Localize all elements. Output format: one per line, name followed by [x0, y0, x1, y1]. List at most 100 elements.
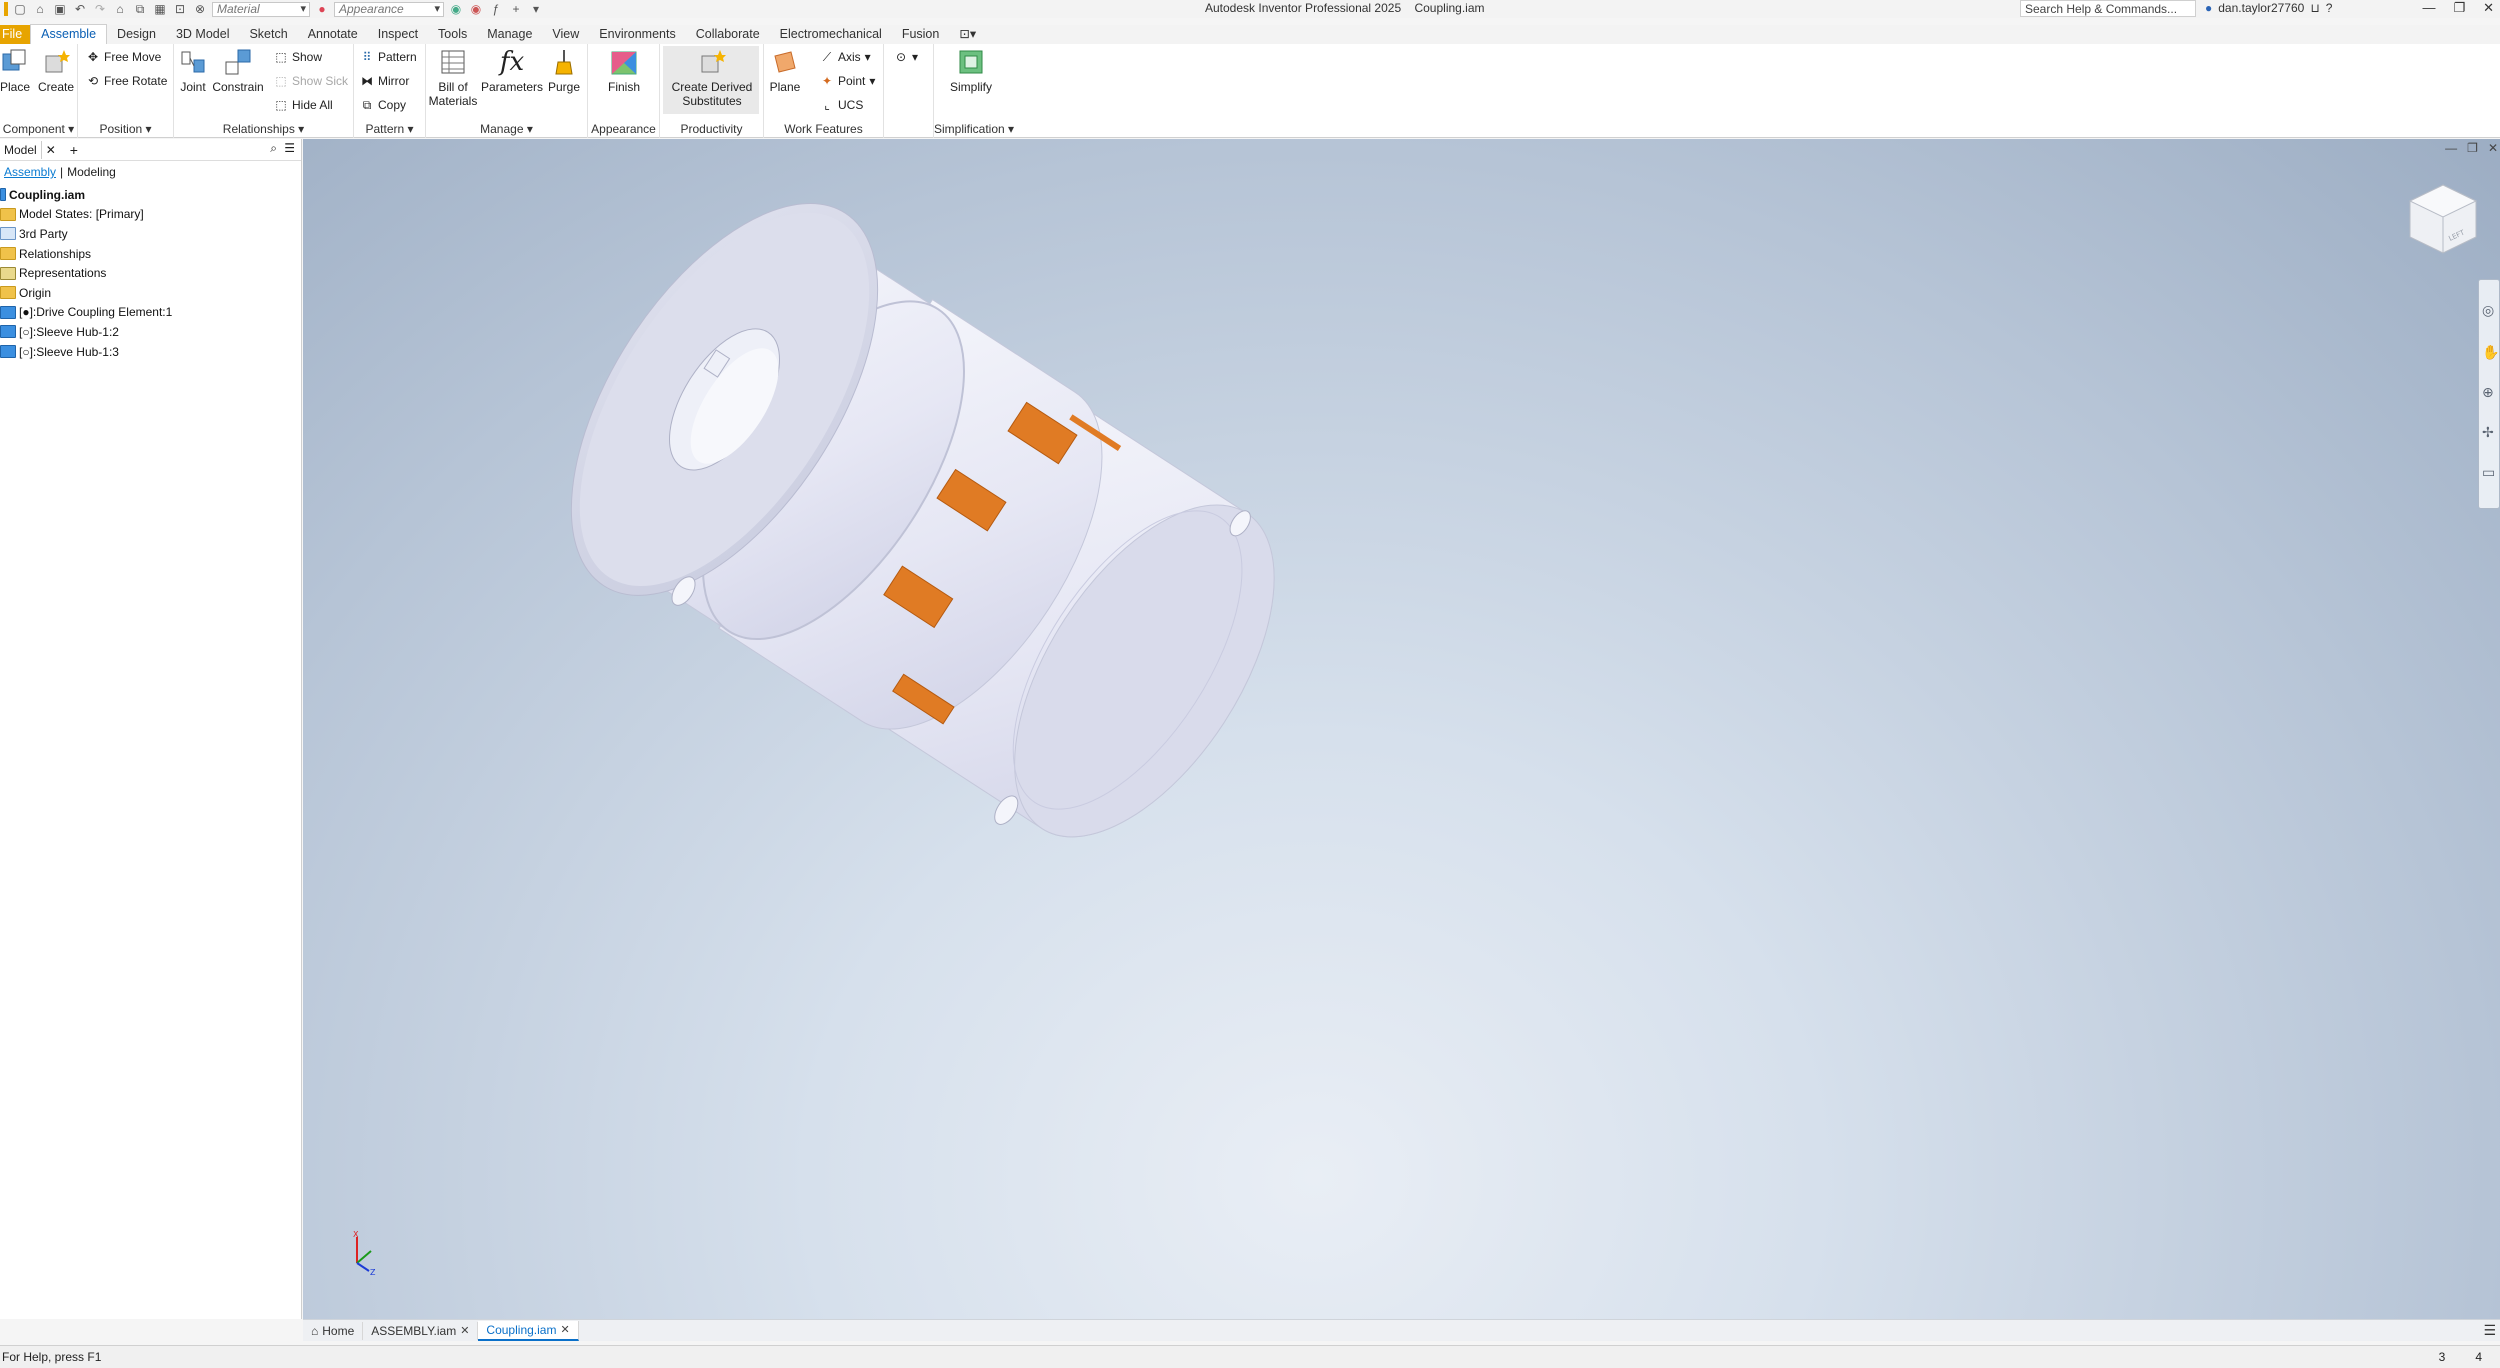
- user-name[interactable]: dan.taylor27760: [2218, 1, 2304, 15]
- return-icon[interactable]: ⧉: [132, 2, 148, 16]
- tab-view[interactable]: View: [542, 25, 589, 44]
- tab-fusion[interactable]: Fusion: [892, 25, 950, 44]
- ribbon-display-options-icon[interactable]: ⊡▾: [949, 24, 986, 44]
- select-icon[interactable]: ▦: [152, 2, 168, 16]
- browser-add-icon[interactable]: +: [70, 142, 78, 158]
- show-sick-button[interactable]: ⬚ Show Sick: [274, 74, 348, 88]
- tree-item-3rd-party[interactable]: 3rd Party: [0, 224, 301, 244]
- free-move-button[interactable]: ✥ Free Move: [86, 50, 161, 64]
- panel-title-simplification[interactable]: Simplification ▾: [934, 122, 1014, 136]
- customize-qat-icon[interactable]: ▾: [528, 2, 544, 16]
- show-button[interactable]: ⬚ Show: [274, 50, 322, 64]
- mirror-button[interactable]: ⧓ Mirror: [360, 74, 409, 88]
- update-icon[interactable]: ⊡: [172, 2, 188, 16]
- appearance-select[interactable]: Appearance: [334, 1, 444, 17]
- doctab-home[interactable]: ⌂ Home: [303, 1321, 364, 1340]
- tree-item-relationships[interactable]: Relationships: [0, 244, 301, 264]
- create-derived-substitutes-button[interactable]: Create Derived Substitutes: [664, 48, 760, 108]
- tree-item-sleeve-hub-2[interactable]: [○]:Sleeve Hub-1:2: [0, 322, 301, 342]
- panel-title-component[interactable]: Component ▾: [0, 122, 77, 136]
- doctab-coupling[interactable]: Coupling.iam ✕: [478, 1320, 579, 1341]
- open-file-icon[interactable]: ⌂: [32, 2, 48, 16]
- home-icon[interactable]: ⌂: [112, 2, 128, 16]
- minimize-icon[interactable]: —: [2422, 0, 2435, 16]
- subtab-modeling[interactable]: Modeling: [63, 165, 120, 179]
- parameters-button[interactable]: fx Parameters: [481, 48, 543, 94]
- tab-collaborate[interactable]: Collaborate: [686, 25, 770, 44]
- purge-button[interactable]: Purge: [546, 48, 582, 94]
- ucs-button[interactable]: ⌞ UCS: [820, 98, 863, 112]
- tab-design[interactable]: Design: [107, 25, 166, 44]
- view-cube[interactable]: LEFT: [2404, 181, 2482, 259]
- finish-button[interactable]: Finish: [602, 48, 646, 94]
- tab-annotate[interactable]: Annotate: [298, 25, 368, 44]
- axis-button[interactable]: ⟋ Axis ▾: [820, 50, 871, 65]
- tree-item-sleeve-hub-3[interactable]: [○]:Sleeve Hub-1:3: [0, 342, 301, 362]
- panel-title-pattern[interactable]: Pattern ▾: [354, 122, 425, 136]
- doctab-assembly[interactable]: ASSEMBLY.iam ✕: [363, 1321, 479, 1340]
- save-icon[interactable]: ▣: [52, 2, 68, 16]
- zoom-icon[interactable]: ⊕: [2482, 384, 2494, 401]
- material-select[interactable]: Material: [212, 1, 310, 17]
- close-icon[interactable]: ✕: [2483, 0, 2494, 16]
- constrain-button[interactable]: Constrain: [212, 48, 264, 94]
- tab-environments[interactable]: Environments: [589, 25, 685, 44]
- browser-menu-icon[interactable]: ☰: [284, 141, 295, 155]
- coupling-model[interactable]: [303, 139, 2500, 1319]
- more-options-button[interactable]: ⊙ ▾: [894, 50, 918, 64]
- parameters-icon[interactable]: ƒ: [488, 2, 504, 16]
- close-tab-icon[interactable]: ✕: [460, 1324, 469, 1337]
- redo-icon[interactable]: ↷: [92, 2, 108, 16]
- place-button[interactable]: Place: [0, 48, 30, 94]
- subtab-assembly[interactable]: Assembly: [0, 165, 60, 179]
- tab-manage[interactable]: Manage: [477, 25, 542, 44]
- new-file-icon[interactable]: ▢: [12, 2, 28, 16]
- pattern-button[interactable]: ⠿ Pattern: [360, 50, 417, 64]
- browser-search-icon[interactable]: ⌕: [270, 141, 277, 156]
- clear-override-icon[interactable]: ◉: [468, 2, 484, 16]
- panel-title-manage[interactable]: Manage ▾: [426, 122, 587, 136]
- look-at-icon[interactable]: ▭: [2482, 464, 2495, 481]
- tab-sketch[interactable]: Sketch: [239, 25, 297, 44]
- close-tab-icon[interactable]: ✕: [560, 1323, 569, 1336]
- joint-button[interactable]: Joint: [178, 48, 208, 94]
- undo-icon[interactable]: ↶: [72, 2, 88, 16]
- copy-icon: ⧉: [362, 97, 372, 112]
- tab-3d-model[interactable]: 3D Model: [166, 25, 240, 44]
- free-rotate-button[interactable]: ⟲ Free Rotate: [86, 74, 167, 88]
- add-icon[interactable]: +: [508, 2, 524, 16]
- adjust-appearance-icon[interactable]: ◉: [448, 2, 464, 16]
- help-icon[interactable]: ?: [2326, 1, 2333, 15]
- tree-item-drive-coupling-element[interactable]: [●]:Drive Coupling Element:1: [0, 303, 301, 323]
- browser-tab-model[interactable]: Model: [0, 140, 42, 159]
- clear-appearance-icon[interactable]: ⊗: [192, 2, 208, 16]
- tab-file[interactable]: File: [0, 25, 31, 44]
- simplify-button[interactable]: Simplify: [946, 48, 996, 94]
- steering-wheel-icon[interactable]: ◎: [2482, 302, 2494, 319]
- copy-button[interactable]: ⧉ Copy: [360, 97, 406, 113]
- tree-item-root[interactable]: Coupling.iam: [0, 185, 301, 205]
- tab-tools[interactable]: Tools: [428, 25, 477, 44]
- bill-of-materials-button[interactable]: Bill of Materials: [429, 48, 477, 108]
- plane-button[interactable]: Plane: [768, 48, 802, 94]
- orbit-icon[interactable]: ✢: [2482, 424, 2494, 441]
- restore-icon[interactable]: ❐: [2453, 0, 2465, 16]
- cart-icon[interactable]: ⊔: [2310, 1, 2319, 15]
- browser-close-icon[interactable]: ✕: [46, 143, 56, 157]
- panel-title-relationships[interactable]: Relationships ▾: [174, 122, 353, 136]
- create-component-button[interactable]: Create: [38, 48, 74, 94]
- point-button[interactable]: ✦ Point ▾: [820, 74, 875, 88]
- app-logo-icon[interactable]: [4, 2, 8, 16]
- tab-inspect[interactable]: Inspect: [368, 25, 428, 44]
- graphics-viewport[interactable]: — ❐ ✕ LEFT ◎ ✋ ⊕ ✢ ▭ X Z: [303, 139, 2500, 1319]
- tree-item-origin[interactable]: Origin: [0, 283, 301, 303]
- tree-item-model-states[interactable]: Model States: [Primary]: [0, 205, 301, 225]
- document-list-menu-icon[interactable]: ☰: [2483, 1322, 2496, 1339]
- pan-icon[interactable]: ✋: [2482, 344, 2499, 361]
- panel-title-position[interactable]: Position ▾: [78, 122, 173, 136]
- tree-item-representations[interactable]: Representations: [0, 263, 301, 283]
- tab-assemble[interactable]: Assemble: [30, 24, 108, 44]
- hide-all-button[interactable]: ⬚ Hide All: [274, 98, 332, 112]
- help-search-input[interactable]: Search Help & Commands...: [2020, 0, 2196, 17]
- tab-electromechanical[interactable]: Electromechanical: [770, 25, 892, 44]
